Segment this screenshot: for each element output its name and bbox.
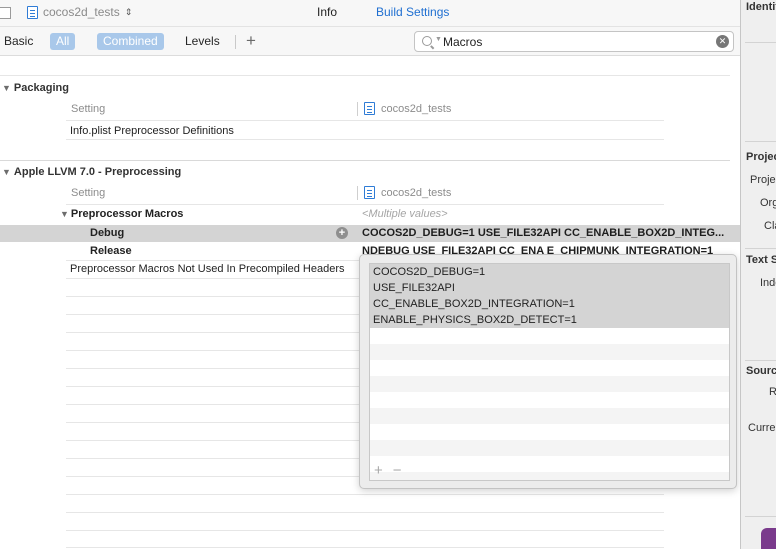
empty-row <box>370 408 729 424</box>
search-options-caret-icon[interactable]: ▼ <box>435 36 442 43</box>
inspector-repository-label: R <box>769 386 776 398</box>
empty-row <box>370 440 729 456</box>
search-field[interactable]: ▼ ✕ <box>414 31 734 52</box>
divider <box>745 516 776 517</box>
column-header-setting: Setting <box>71 187 106 199</box>
list-item[interactable]: COCOS2D_DEBUG=1 <box>370 264 729 280</box>
divider <box>66 547 664 548</box>
setting-info-plist-preprocessor-definitions[interactable]: Info.plist Preprocessor Definitions <box>70 125 234 137</box>
inspector-project-header: Projec <box>746 151 776 163</box>
multiple-values-placeholder[interactable]: <Multiple values> <box>362 208 448 220</box>
empty-row <box>370 344 729 360</box>
editor-tab-bar: cocos2d_tests ⇕ Info Build Settings <box>0 0 740 26</box>
target-popup[interactable]: cocos2d_tests ⇕ <box>27 5 132 19</box>
config-label-debug: Debug <box>90 227 125 239</box>
divider <box>66 530 664 531</box>
divider <box>66 512 664 513</box>
list-item[interactable]: ENABLE_PHYSICS_BOX2D_DETECT=1 <box>370 312 729 328</box>
disclosure-triangle-icon[interactable]: ▼ <box>60 209 69 219</box>
column-divider <box>357 186 358 200</box>
section-title-packaging: Packaging <box>13 82 69 94</box>
toolbar-divider <box>235 35 236 49</box>
macro-list-editor-popover: COCOS2D_DEBUG=1 USE_FILE32API CC_ENABLE_… <box>359 254 737 489</box>
section-packaging[interactable]: ▼ Packaging <box>2 82 69 94</box>
setting-preprocessor-macros-not-used[interactable]: Preprocessor Macros Not Used In Precompi… <box>70 263 345 275</box>
empty-row <box>370 456 729 472</box>
setting-label: Preprocessor Macros <box>70 208 184 220</box>
inspector-organization-label: Org <box>760 197 776 209</box>
filter-all-button[interactable]: All <box>50 33 76 50</box>
empty-row <box>370 392 729 408</box>
search-input[interactable] <box>443 34 713 49</box>
list-toolbar: + − <box>374 462 402 479</box>
inspector-text-settings-header: Text Se <box>746 254 776 266</box>
updown-chevron-icon: ⇕ <box>124 6 133 17</box>
divider <box>66 120 664 121</box>
divider <box>745 42 776 43</box>
list-item[interactable]: CC_ENABLE_BOX2D_INTEGRATION=1 <box>370 296 729 312</box>
section-title-preprocessing: Apple LLVM 7.0 - Preprocessing <box>13 166 182 178</box>
divider <box>66 204 664 205</box>
build-settings-filter-bar: Basic All Combined Levels + ▼ ✕ <box>0 26 740 56</box>
config-label-release[interactable]: Release <box>90 245 132 257</box>
divider <box>66 494 664 495</box>
divider <box>0 160 730 161</box>
column-target-label: cocos2d_tests <box>381 102 452 115</box>
clear-search-icon[interactable]: ✕ <box>716 35 729 48</box>
inspector-source-control-header: Source <box>746 365 776 377</box>
divider <box>0 75 730 76</box>
tab-build-settings[interactable]: Build Settings <box>376 5 449 19</box>
divider <box>66 139 664 140</box>
setting-preprocessor-macros[interactable]: ▼ Preprocessor Macros <box>60 208 183 220</box>
add-setting-button[interactable]: + <box>246 31 256 51</box>
inspector-indent-label: Inde <box>760 277 776 289</box>
column-header-target: cocos2d_tests <box>364 102 451 115</box>
divider <box>745 360 776 361</box>
empty-row <box>370 360 729 376</box>
utilities-inspector: Identit Projec Projec Org Cla Text Se In… <box>740 0 776 549</box>
filter-basic-button[interactable]: Basic <box>4 34 33 48</box>
column-target-label: cocos2d_tests <box>381 186 452 199</box>
divider <box>745 141 776 142</box>
project-file-icon <box>27 5 38 19</box>
divider <box>745 248 776 249</box>
tab-info[interactable]: Info <box>317 5 337 19</box>
inspector-class-prefix-label: Cla <box>764 220 776 232</box>
add-condition-icon[interactable]: + <box>336 227 348 239</box>
setting-row-debug-selected[interactable]: Debug + COCOS2D_DEBUG=1 USE_FILE32API CC… <box>0 225 740 242</box>
column-header-setting: Setting <box>71 103 106 115</box>
library-object-icon[interactable] <box>761 528 776 549</box>
empty-row <box>370 424 729 440</box>
inspector-project-label: Projec <box>750 174 776 186</box>
remove-item-button[interactable]: − <box>393 462 402 479</box>
inspector-current-branch-label: Curren <box>748 422 776 434</box>
view-levels-button[interactable]: Levels <box>185 34 220 48</box>
view-combined-button[interactable]: Combined <box>97 33 164 50</box>
empty-row <box>370 376 729 392</box>
column-divider <box>357 102 358 116</box>
list-item[interactable]: USE_FILE32API <box>370 280 729 296</box>
inspector-identity-header: Identit <box>746 1 776 13</box>
project-file-icon <box>364 186 375 199</box>
hide-panel-checkbox[interactable] <box>0 7 11 19</box>
target-name: cocos2d_tests <box>43 5 120 19</box>
add-item-button[interactable]: + <box>374 462 383 479</box>
macro-list[interactable]: COCOS2D_DEBUG=1 USE_FILE32API CC_ENABLE_… <box>369 263 730 481</box>
project-file-icon <box>364 102 375 115</box>
disclosure-triangle-icon[interactable]: ▼ <box>2 83 11 93</box>
debug-macros-value[interactable]: COCOS2D_DEBUG=1 USE_FILE32API CC_ENABLE_… <box>362 227 732 239</box>
empty-row <box>370 328 729 344</box>
search-icon <box>422 36 432 46</box>
disclosure-triangle-icon[interactable]: ▼ <box>2 167 11 177</box>
empty-row <box>370 472 729 480</box>
column-header-target: cocos2d_tests <box>364 186 451 199</box>
section-apple-llvm-preprocessing[interactable]: ▼ Apple LLVM 7.0 - Preprocessing <box>2 166 181 178</box>
